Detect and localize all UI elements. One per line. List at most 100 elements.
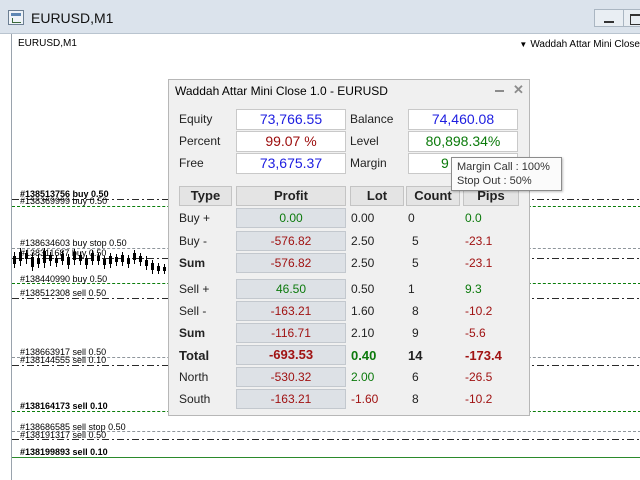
balance-value: 74,460.08 bbox=[408, 109, 518, 130]
row-pips: -26.5 bbox=[465, 370, 493, 384]
order-label: #138164173 sell 0.10 bbox=[20, 401, 108, 411]
candle bbox=[73, 252, 76, 260]
candle bbox=[139, 256, 142, 262]
candle bbox=[19, 252, 22, 261]
candle bbox=[127, 258, 130, 264]
candle bbox=[67, 257, 70, 265]
row-lot: 0.50 bbox=[351, 282, 375, 296]
triangle-down-icon: ▼ bbox=[519, 40, 528, 49]
order-label: #138369999 buy 0.50 bbox=[20, 196, 108, 206]
row-pips: -10.2 bbox=[465, 304, 493, 318]
candle bbox=[133, 253, 136, 260]
row-count: 9 bbox=[412, 326, 419, 340]
candle bbox=[31, 257, 34, 267]
candle bbox=[157, 266, 160, 271]
row-pips: -10.2 bbox=[465, 392, 493, 406]
order-line[interactable] bbox=[12, 439, 640, 440]
row-type: Sum bbox=[179, 326, 206, 340]
row-lot: 1.60 bbox=[351, 304, 375, 318]
row-pips: -23.1 bbox=[465, 256, 493, 270]
row-type: Total bbox=[179, 348, 210, 363]
row-type: South bbox=[179, 392, 211, 406]
candle bbox=[109, 256, 112, 264]
row-lot: 0.40 bbox=[351, 348, 377, 363]
header-lot: Lot bbox=[350, 186, 404, 206]
row-profit: 0.00 bbox=[236, 208, 346, 228]
row-count: 5 bbox=[412, 256, 419, 270]
row-count: 8 bbox=[412, 392, 419, 406]
row-pips: -23.1 bbox=[465, 234, 493, 248]
candle bbox=[79, 255, 82, 261]
row-count: 8 bbox=[412, 304, 419, 318]
close-icon[interactable]: ✕ bbox=[513, 82, 524, 98]
percent-label: Percent bbox=[179, 134, 221, 148]
row-pips: 9.3 bbox=[465, 282, 482, 296]
candle bbox=[145, 260, 148, 266]
row-type: Sum bbox=[179, 256, 206, 270]
row-count: 1 bbox=[408, 282, 415, 296]
row-pips: 0.0 bbox=[465, 211, 482, 225]
window-titlebar: EURUSD,M1 bbox=[0, 0, 640, 34]
order-label: #138440990 buy 0.50 bbox=[20, 274, 108, 284]
row-count: 6 bbox=[412, 370, 419, 384]
row-lot: 2.50 bbox=[351, 234, 375, 248]
candle bbox=[55, 258, 58, 263]
row-profit: -116.71 bbox=[236, 323, 346, 343]
candle bbox=[43, 251, 46, 263]
indicator-name-label: ▼ Waddah Attar Mini Close bbox=[519, 39, 640, 50]
panel-title: Waddah Attar Mini Close 1.0 - EURUSD bbox=[175, 84, 388, 98]
free-label: Free bbox=[179, 156, 204, 170]
row-lot: 2.00 bbox=[351, 370, 375, 384]
minimize-icon[interactable] bbox=[495, 90, 504, 92]
candle bbox=[49, 255, 52, 261]
level-label: Level bbox=[350, 134, 379, 148]
equity-value: 73,766.55 bbox=[236, 109, 346, 130]
candle bbox=[37, 258, 40, 264]
mini-close-panel[interactable]: Waddah Attar Mini Close 1.0 - EURUSD ✕ E… bbox=[168, 79, 530, 416]
row-type: Sell - bbox=[179, 304, 207, 318]
row-lot: 2.50 bbox=[351, 256, 375, 270]
chart-window-icon bbox=[8, 10, 24, 25]
row-type: North bbox=[179, 370, 209, 384]
stop-out-text: Stop Out : 50% bbox=[457, 175, 532, 187]
margin-label: Margin bbox=[350, 156, 387, 170]
candle bbox=[163, 267, 166, 271]
order-label: #138512308 sell 0.50 bbox=[20, 288, 107, 298]
header-type: Type bbox=[179, 186, 232, 206]
maximize-button[interactable] bbox=[623, 9, 640, 27]
row-type: Buy + bbox=[179, 211, 211, 225]
row-profit: -163.21 bbox=[236, 301, 346, 321]
row-profit: -530.32 bbox=[236, 367, 346, 387]
candle bbox=[85, 258, 88, 265]
row-pips: -5.6 bbox=[465, 326, 486, 340]
row-profit: -163.21 bbox=[236, 389, 346, 409]
level-value: 80,898.34% bbox=[408, 131, 518, 152]
order-label: #138199893 sell 0.10 bbox=[20, 447, 108, 457]
row-lot: 0.00 bbox=[351, 211, 375, 225]
row-profit: -693.53 bbox=[236, 345, 346, 365]
candle bbox=[115, 257, 118, 262]
candle bbox=[121, 255, 124, 262]
free-value: 73,675.37 bbox=[236, 153, 346, 174]
row-pips: -173.4 bbox=[465, 348, 502, 363]
row-count: 0 bbox=[408, 211, 415, 225]
row-profit: 46.50 bbox=[236, 279, 346, 299]
candle bbox=[151, 263, 154, 270]
candle bbox=[13, 256, 16, 264]
row-lot: -1.60 bbox=[351, 392, 379, 406]
row-count: 5 bbox=[412, 234, 419, 248]
candle bbox=[103, 259, 106, 265]
order-label: #138634603 buy stop 0.50 bbox=[20, 238, 127, 248]
chart-symbol-label: EURUSD,M1 bbox=[18, 38, 77, 49]
candle bbox=[61, 254, 64, 261]
order-line[interactable] bbox=[12, 457, 640, 458]
order-label: #138144555 sell 0.10 bbox=[20, 355, 107, 365]
candle bbox=[25, 253, 28, 259]
row-type: Buy - bbox=[179, 234, 208, 248]
row-profit: -576.82 bbox=[236, 253, 346, 273]
order-label: #138191317 sell 0.50 bbox=[20, 430, 107, 440]
row-type: Sell + bbox=[179, 282, 210, 296]
balance-label: Balance bbox=[350, 112, 394, 126]
equity-label: Equity bbox=[179, 112, 213, 126]
minimize-button[interactable] bbox=[594, 9, 624, 27]
